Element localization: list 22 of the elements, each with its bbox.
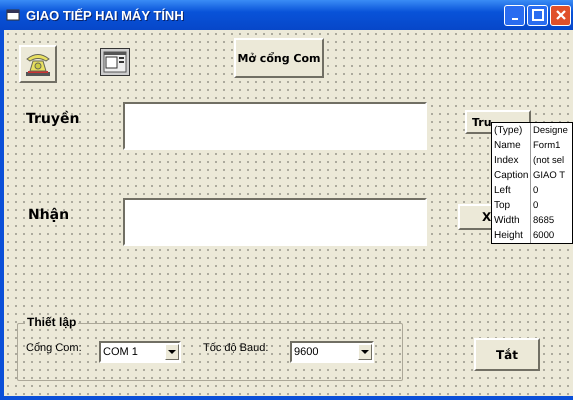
property-name: Width <box>492 213 531 228</box>
receive-label: Nhận <box>28 207 70 223</box>
send-label: Truyền <box>26 111 80 127</box>
property-name: Caption <box>492 168 531 183</box>
property-name: Name <box>492 138 531 153</box>
property-value: 0 <box>532 185 538 196</box>
property-value: Designe <box>532 125 568 136</box>
property-name: Index <box>492 153 531 168</box>
frame-title: Thiết lập <box>25 315 78 329</box>
property-value: GIAO T <box>532 170 566 181</box>
property-value: Form1 <box>532 140 560 151</box>
property-name: Left <box>492 183 531 198</box>
property-name: Height <box>492 228 531 243</box>
port-label: Cổng Com: <box>26 342 82 354</box>
property-name: (Type) <box>492 123 531 138</box>
property-name: Top <box>492 198 531 213</box>
property-value: 0 <box>532 200 538 211</box>
property-value: (not sel <box>532 155 564 166</box>
window-title: GIAO TIẾP HAI MÁY TÍNH <box>26 8 184 22</box>
property-value: 6000 <box>532 230 554 241</box>
property-value: 8685 <box>532 215 554 226</box>
baud-label: Tốc độ Baud: <box>203 342 268 354</box>
